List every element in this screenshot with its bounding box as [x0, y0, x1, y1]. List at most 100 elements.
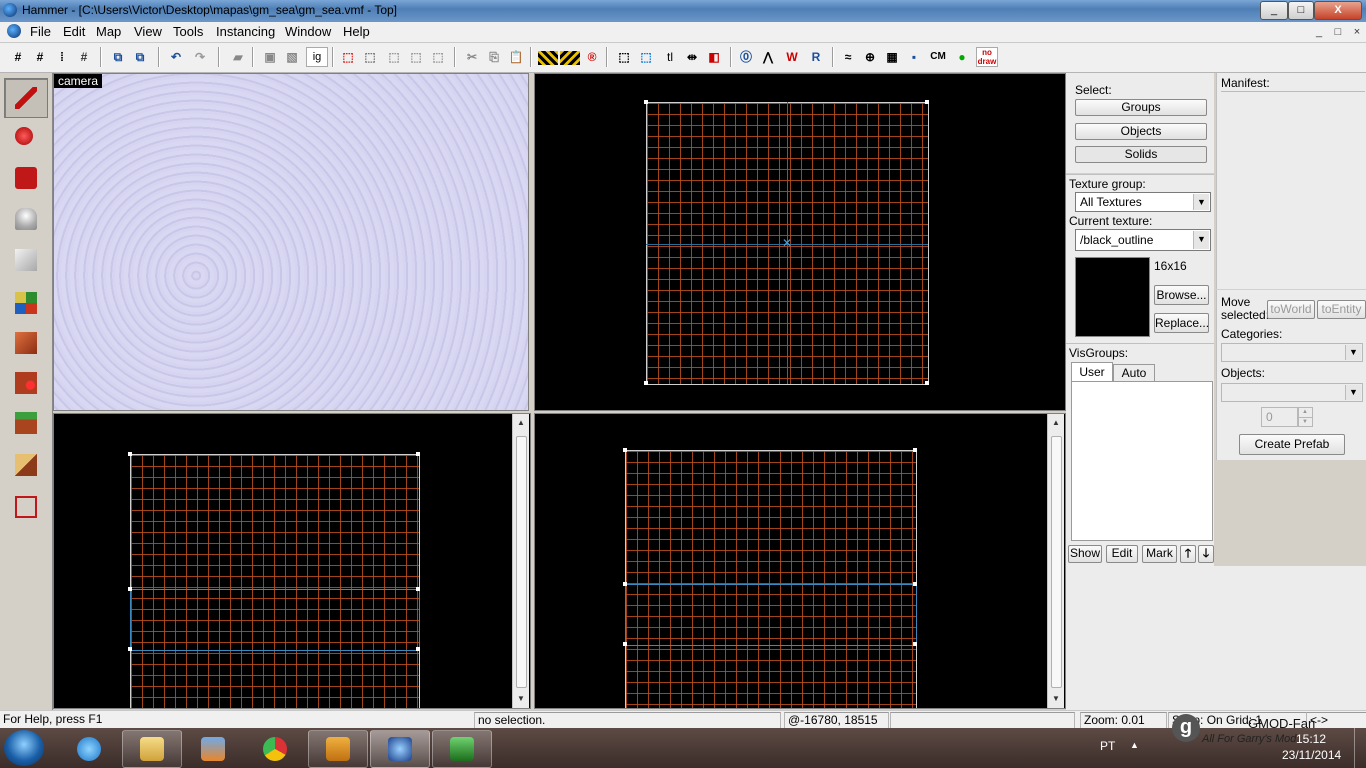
browse-button[interactable]: Browse...	[1154, 285, 1209, 305]
title-bar[interactable]: Hammer - [C:\Users\Victor\Desktop\mapas\…	[0, 0, 1366, 22]
visgroups-mark-button[interactable]: Mark	[1142, 545, 1177, 563]
resize-handle[interactable]	[913, 448, 917, 452]
taskbar-item-explorer[interactable]	[122, 730, 182, 768]
chevron-down-icon[interactable]: ▼	[1345, 385, 1361, 400]
toggle-models-icon[interactable]	[560, 51, 580, 65]
2d-view-icon[interactable]: ⓪	[736, 47, 756, 67]
tie-entity-icon[interactable]: ⬚	[428, 47, 448, 67]
resize-handle[interactable]	[644, 100, 648, 104]
taskbar-item-chrome[interactable]	[246, 731, 304, 765]
radius-culling-icon[interactable]: ®	[582, 47, 602, 67]
move-up-icon[interactable]: 🡑	[1180, 545, 1196, 563]
scroll-thumb[interactable]	[1051, 436, 1062, 688]
ignore-groups-button[interactable]: ig	[306, 47, 328, 67]
tab-auto[interactable]: Auto	[1113, 364, 1155, 381]
make-prefab-icon[interactable]: ⬚	[406, 47, 426, 67]
resize-handle[interactable]	[416, 587, 420, 591]
hide-unselected-icon[interactable]: ▧	[282, 47, 302, 67]
maximize-button[interactable]: □	[1288, 1, 1314, 20]
show-hidden-icons-icon[interactable]: ▲	[1130, 740, 1139, 750]
entity-report-icon[interactable]: ≈	[838, 47, 858, 67]
entity-tool-button[interactable]	[4, 199, 48, 239]
3d-view-icon[interactable]: ⋀	[758, 47, 778, 67]
map-info-icon[interactable]: ▦	[882, 47, 902, 67]
paste-icon[interactable]: 📋	[506, 47, 526, 67]
clipping-tool-button[interactable]	[4, 445, 48, 485]
objects-select[interactable]: ▼	[1221, 383, 1363, 402]
camera-viewport[interactable]: camera	[53, 73, 529, 411]
resize-handle[interactable]	[623, 582, 627, 586]
magnify-tool-button[interactable]	[4, 118, 48, 158]
menu-help[interactable]: Help	[343, 24, 370, 39]
carve-icon[interactable]: ▰	[228, 47, 248, 67]
select-objects-button[interactable]: Objects	[1075, 123, 1207, 140]
flip-horizontal-icon[interactable]: ⇹	[682, 47, 702, 67]
taskbar-item-modeller[interactable]	[308, 730, 368, 768]
menu-edit[interactable]: Edit	[63, 24, 85, 39]
resize-handle[interactable]	[913, 642, 917, 646]
mdi-restore-button[interactable]: □	[1330, 25, 1346, 39]
clock-time[interactable]: 15:12	[1296, 732, 1326, 746]
tab-user[interactable]: User	[1071, 362, 1113, 382]
hollow-icon[interactable]: ⬚	[384, 47, 404, 67]
scroll-down-icon[interactable]: ▼	[516, 694, 526, 704]
to-entity-button[interactable]: toEntity	[1317, 300, 1366, 319]
vertex-tool-button[interactable]	[4, 487, 48, 527]
scroll-up-icon[interactable]: ▲	[516, 418, 526, 428]
selected-brush-outline[interactable]	[625, 584, 917, 646]
resize-handle[interactable]	[128, 647, 132, 651]
3d-wireframe-icon[interactable]: ⬚	[614, 47, 634, 67]
block-tool-button[interactable]	[4, 240, 48, 280]
taskbar-item-media-player[interactable]	[184, 731, 242, 765]
menu-tools[interactable]: Tools	[173, 24, 203, 39]
show-desktop-button[interactable]	[1354, 728, 1366, 768]
grid-smaller-icon[interactable]: #	[74, 47, 94, 67]
resize-handle[interactable]	[128, 452, 132, 456]
spin-down-icon[interactable]: ▼	[1297, 417, 1313, 427]
resize-handle[interactable]	[623, 642, 627, 646]
decal-tool-button[interactable]	[4, 363, 48, 403]
clock-date[interactable]: 23/11/2014	[1282, 748, 1341, 762]
chevron-down-icon[interactable]: ▼	[1193, 194, 1209, 210]
minimize-button[interactable]: _	[1260, 1, 1288, 20]
language-indicator[interactable]: PT	[1100, 739, 1115, 753]
taskbar-item-hammer[interactable]	[370, 730, 430, 768]
selection-box-icon[interactable]: ⬚	[636, 47, 656, 67]
visgroups-show-button[interactable]: Show	[1068, 545, 1102, 563]
mdi-minimize-button[interactable]: _	[1311, 25, 1327, 39]
resize-handle[interactable]	[925, 381, 929, 385]
menu-view[interactable]: View	[134, 24, 162, 39]
scroll-thumb[interactable]	[516, 436, 527, 688]
quantity-stepper[interactable]: 0	[1261, 407, 1299, 427]
overlay-tool-button[interactable]	[4, 403, 48, 443]
side-viewport[interactable]: ▲ ▼	[534, 413, 1066, 709]
group-icon[interactable]: ⧉	[108, 47, 128, 67]
document-icon[interactable]	[7, 24, 21, 38]
replace-button[interactable]: Replace...	[1154, 313, 1209, 333]
top-viewport[interactable]: ✕	[534, 73, 1066, 411]
textured-view-icon[interactable]: R	[806, 47, 826, 67]
categories-select[interactable]: ▼	[1221, 343, 1363, 362]
cut-icon[interactable]: ✂	[462, 47, 482, 67]
hide-selected-icon[interactable]: ▣	[260, 47, 280, 67]
texture-group-select[interactable]: All Textures ▼	[1075, 192, 1211, 212]
tl-button[interactable]: tl	[660, 47, 680, 67]
copy-icon[interactable]: ⎘	[484, 47, 504, 67]
menu-instancing[interactable]: Instancing	[216, 24, 275, 39]
resize-handle[interactable]	[913, 582, 917, 586]
resize-handle[interactable]	[416, 452, 420, 456]
close-button[interactable]: X	[1314, 1, 1362, 20]
side-viewport-scrollbar[interactable]: ▲ ▼	[1047, 414, 1064, 708]
redo-icon[interactable]: ↷	[190, 47, 210, 67]
resize-handle[interactable]	[925, 100, 929, 104]
grid-toggle-icon[interactable]: #	[8, 47, 28, 67]
mdi-close-button[interactable]: ×	[1349, 25, 1365, 39]
visgroups-list[interactable]	[1071, 381, 1213, 541]
scroll-up-icon[interactable]: ▲	[1051, 418, 1061, 428]
select-groups-button[interactable]: Groups	[1075, 99, 1207, 116]
front-viewport-scrollbar[interactable]: ▲ ▼	[512, 414, 529, 708]
front-viewport[interactable]: ▲ ▼	[53, 413, 531, 709]
flip-vertical-icon[interactable]: ◧	[704, 47, 724, 67]
current-texture-select[interactable]: /black_outline ▼	[1075, 229, 1211, 251]
selected-brush-outline[interactable]	[130, 589, 420, 651]
